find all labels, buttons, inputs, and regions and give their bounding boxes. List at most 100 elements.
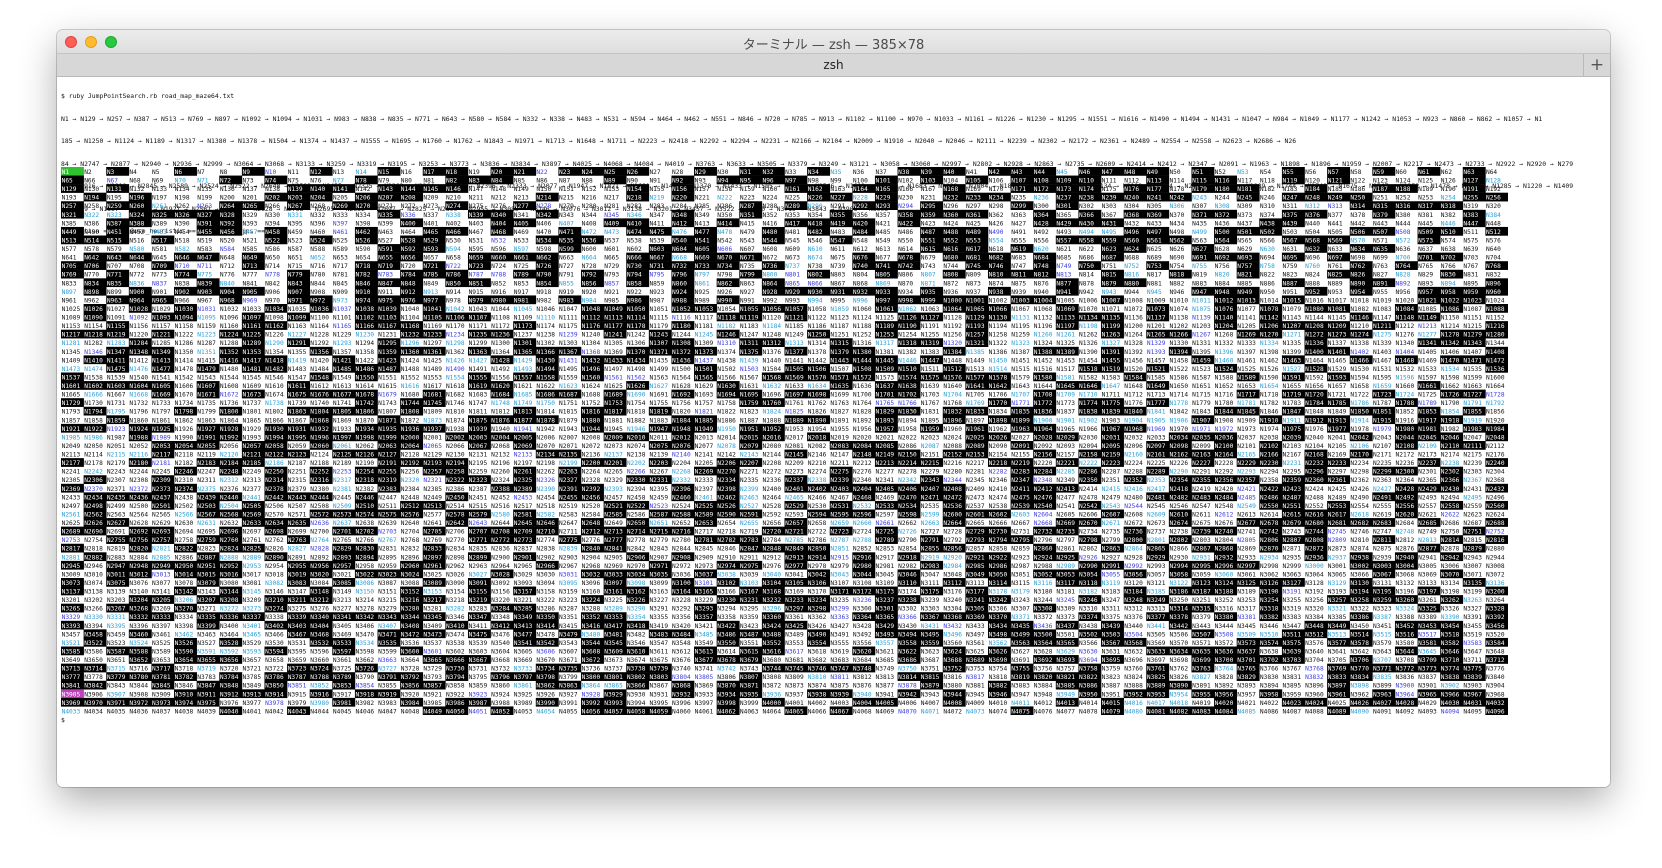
- maze-node-label: N1352: [220, 349, 239, 356]
- maze-node-label: N174: [1079, 186, 1094, 193]
- maze-node-label: N34: [808, 169, 819, 176]
- maze-node-label: N3090: [446, 580, 465, 587]
- maze-node-label: N1269: [1237, 332, 1256, 339]
- path-line: 185 → N1250 → N1124 → N1189 → N1317 → N1…: [61, 137, 1606, 146]
- maze-node-label: N3189: [1237, 589, 1256, 596]
- maze-node-label: N668: [672, 255, 687, 262]
- maze-node-label: N2158: [1079, 452, 1098, 459]
- maze-node-label: N9: [242, 169, 250, 176]
- maze-node-label: N1830: [898, 409, 917, 416]
- maze-node-label: N124: [1396, 178, 1411, 185]
- maze-node-label: N1436: [672, 357, 691, 364]
- maze-node-label: N213: [514, 195, 529, 202]
- maze-node-label: N1654: [1260, 383, 1279, 390]
- maze-node-label: N1759: [740, 400, 759, 407]
- maze-node-label: N3120: [1124, 580, 1143, 587]
- maze-node-label: N1442: [808, 357, 827, 364]
- maze-node-label: N1141: [1237, 315, 1256, 322]
- maze-node-label: N139: [288, 186, 303, 193]
- maze-node-label: N765: [1418, 263, 1433, 270]
- maze-node-label: N821: [1237, 272, 1252, 279]
- maze-node-label: N1532: [1396, 366, 1415, 373]
- maze-node-label: N235: [1011, 195, 1026, 202]
- maze-node-label: N715: [288, 263, 303, 270]
- maze-node-label: N3379: [1192, 614, 1211, 621]
- maze-node-label: N1298: [446, 340, 465, 347]
- maze-node-label: N238: [1079, 195, 1094, 202]
- maze-node-label: N2481: [1147, 494, 1166, 501]
- maze-node-label: N2330: [627, 477, 646, 484]
- maze-node-label: N376: [1305, 212, 1320, 219]
- maze-node-label: N1320: [943, 340, 962, 347]
- maze-node-label: N2839: [559, 546, 578, 553]
- zoom-window-button[interactable]: [105, 36, 117, 48]
- maze-node-label: N852: [491, 280, 506, 287]
- maze-node-label: N1947: [649, 426, 668, 433]
- maze-node-label: N3014: [175, 571, 194, 578]
- maze-node-label: N2089: [966, 443, 985, 450]
- maze-node-label: N109: [1056, 178, 1071, 185]
- maze-node-label: N429: [1056, 220, 1071, 227]
- maze-node-label: N125: [1418, 178, 1433, 185]
- maze-node-label: N3279: [378, 606, 397, 613]
- maze-node-label: N2935: [1283, 554, 1302, 561]
- maze-node-label: N2135: [559, 452, 578, 459]
- maze-node-label: N850: [446, 280, 461, 287]
- maze-node-label: N1965: [1056, 426, 1075, 433]
- maze-node-label: N3504: [1124, 631, 1143, 638]
- maze-node-label: N2907: [649, 554, 668, 561]
- maze-node-label: N100: [853, 178, 868, 185]
- maze-node-label: N3244: [1034, 597, 1053, 604]
- maze-node-label: N1218: [84, 332, 103, 339]
- maze-node-label: N8: [220, 169, 228, 176]
- maze-node-label: N1008: [1124, 297, 1143, 304]
- maze-node-label: N1889: [785, 417, 804, 424]
- maze-node-label: N1205: [1237, 323, 1256, 330]
- maze-node-label: N2612: [1215, 511, 1234, 518]
- maze-node-label: N1781: [1237, 400, 1256, 407]
- maze-node-label: N2123: [288, 452, 307, 459]
- maze-node-label: N782: [356, 272, 371, 279]
- maze-node-label: N943: [1102, 289, 1117, 296]
- maze-node-label: N3456: [1486, 623, 1505, 630]
- maze-node-label: N3370: [989, 614, 1008, 621]
- new-tab-button[interactable]: +: [1583, 54, 1610, 77]
- maze-node-label: N2012: [672, 434, 691, 441]
- maze-node-label: N885: [1237, 280, 1252, 287]
- maze-node-label: N2510: [356, 503, 375, 510]
- maze-node-label: N1213: [1418, 323, 1437, 330]
- maze-node-label: N2871: [1283, 546, 1302, 553]
- maze-node-label: N1983: [1463, 426, 1482, 433]
- close-window-button[interactable]: [65, 36, 77, 48]
- maze-node-label: N3374: [1079, 614, 1098, 621]
- maze-node-label: N489: [966, 229, 981, 236]
- maze-node-label: N1305: [604, 340, 623, 347]
- maze-node-label: N2752: [1486, 529, 1505, 536]
- maze-node-label: N3382: [1260, 614, 1279, 621]
- maze-node-label: N2472: [943, 494, 962, 501]
- minimize-window-button[interactable]: [85, 36, 97, 48]
- maze-node-label: N3198: [1441, 589, 1460, 596]
- maze-node-label: N2325: [514, 477, 533, 484]
- title-bar[interactable]: ターミナル — zsh — 385×78: [57, 30, 1610, 53]
- maze-node-label: N342: [536, 212, 551, 219]
- maze-node-label: N2592: [762, 511, 781, 518]
- maze-node-label: N110: [1079, 178, 1094, 185]
- maze-node-label: N3113: [966, 580, 985, 587]
- maze-node-label: N740: [853, 263, 868, 270]
- maze-node-label: N2595: [830, 511, 849, 518]
- maze-node-label: N1908: [1215, 417, 1234, 424]
- maze-node-label: N999: [921, 297, 936, 304]
- maze-node-label: N3231: [740, 597, 759, 604]
- maze-node-label: N3299: [830, 606, 849, 613]
- terminal-content[interactable]: $ ruby JumpPointSearch.rb road_map_maze6…: [57, 77, 1610, 787]
- maze-node-label: N537: [604, 237, 619, 244]
- maze-node-label: N2852: [853, 546, 872, 553]
- maze-node-label: N229: [876, 195, 891, 202]
- maze-node-label: N2356: [1215, 477, 1234, 484]
- maze-node-label: N627: [1192, 246, 1207, 253]
- tab-zsh[interactable]: zsh: [823, 58, 843, 72]
- maze-node-label: N1503: [740, 366, 759, 373]
- maze-node-label: N1022: [1441, 297, 1460, 304]
- maze-node-label: N2657: [785, 520, 804, 527]
